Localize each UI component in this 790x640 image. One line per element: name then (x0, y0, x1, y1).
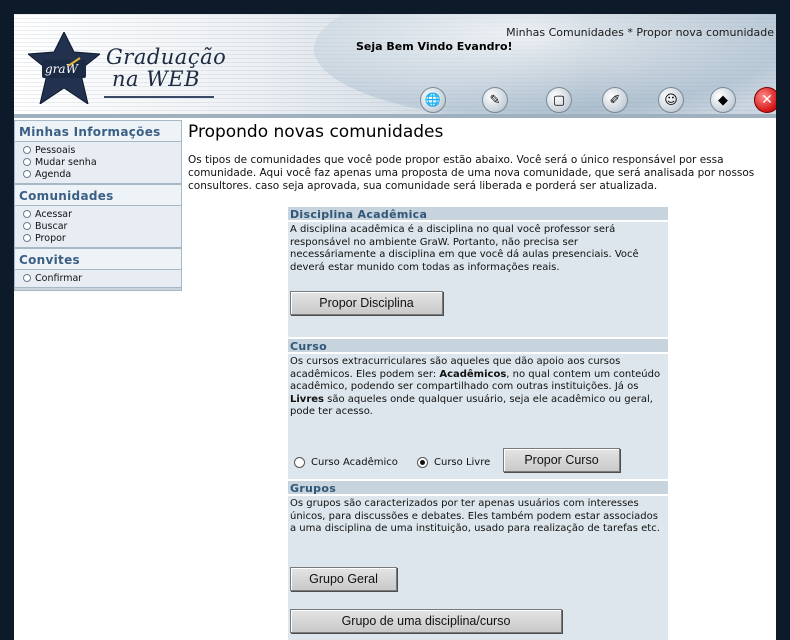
grupo-disciplina-curso-button[interactable]: Grupo de uma disciplina/curso (290, 609, 562, 633)
sidebar: Minhas Informações Pessoais Mudar senha … (14, 120, 182, 291)
app-window: graW Graduação na WEB Minhas Comunidades… (14, 14, 776, 640)
sidebar-section-convites: Convites Confirmar (14, 248, 182, 288)
logo-text: graW (45, 62, 80, 76)
bullet-icon (23, 234, 31, 242)
propor-disciplina-button[interactable]: Propor Disciplina (290, 291, 443, 315)
bullet-icon (23, 158, 31, 166)
close-icon[interactable]: ✕ (754, 87, 776, 113)
propor-curso-button[interactable]: Propor Curso (503, 448, 620, 472)
bullet-icon (23, 146, 31, 154)
radio-curso-livre[interactable]: Curso Livre (417, 457, 490, 468)
book-icon[interactable]: ◆ (710, 87, 736, 113)
edit-pencil-icon[interactable]: ✎ (482, 87, 508, 113)
panel-text: Os grupos são caracterizados por ter ape… (290, 498, 660, 534)
sidebar-section-minhas-informacoes: Minhas Informações Pessoais Mudar senha … (14, 120, 182, 184)
panel-grupos: Grupos Os grupos são caracterizados por … (288, 481, 668, 640)
header-divider (14, 114, 776, 118)
grupo-geral-button[interactable]: Grupo Geral (290, 567, 397, 591)
sidebar-section-comunidades: Comunidades Acessar Buscar Propor (14, 184, 182, 248)
globe-icon[interactable]: 🌐 (420, 87, 446, 113)
radio-button[interactable] (294, 457, 305, 468)
bullet-icon (23, 274, 31, 282)
tools-icon[interactable]: ✐ (602, 87, 628, 113)
graw-logo-icon[interactable]: graW (28, 32, 100, 104)
sidebar-item-propor[interactable]: Propor (23, 232, 181, 244)
page-title: Propondo novas comunidades (188, 122, 444, 142)
sidebar-heading: Comunidades (15, 184, 181, 206)
panel-heading: Grupos (288, 481, 668, 496)
user-icon[interactable]: ☺ (658, 87, 684, 113)
site-title: Graduação na WEB (106, 46, 226, 90)
sidebar-item-acessar[interactable]: Acessar (23, 208, 181, 220)
site-title-line1: Graduação (106, 45, 227, 69)
radio-curso-academico[interactable]: Curso Acadêmico (294, 457, 398, 468)
panel-text: A disciplina acadêmica é a disciplina no… (290, 224, 639, 273)
site-title-line2: na WEB (112, 67, 201, 91)
sidebar-item-agenda[interactable]: Agenda (23, 168, 181, 180)
sidebar-item-buscar[interactable]: Buscar (23, 220, 181, 232)
sidebar-item-mudar-senha[interactable]: Mudar senha (23, 156, 181, 168)
document-icon[interactable]: ▢ (546, 87, 572, 113)
panel-heading: Curso (288, 339, 668, 354)
bullet-icon (23, 222, 31, 230)
panel-heading: Disciplina Acadêmica (288, 207, 668, 222)
radio-button[interactable] (417, 457, 428, 468)
sidebar-footer (14, 288, 182, 291)
sidebar-heading: Minhas Informações (15, 120, 181, 142)
main-content: Propondo novas comunidades Os tipos de c… (188, 120, 776, 193)
sidebar-item-confirmar[interactable]: Confirmar (23, 272, 181, 284)
bullet-icon (23, 170, 31, 178)
title-underline (104, 96, 214, 98)
breadcrumb[interactable]: Minhas Comunidades * Propor nova comunid… (506, 26, 774, 39)
panel-disciplina: Disciplina Acadêmica A disciplina acadêm… (288, 207, 668, 337)
sidebar-heading: Convites (15, 248, 181, 270)
sidebar-item-pessoais[interactable]: Pessoais (23, 144, 181, 156)
header-banner: graW Graduação na WEB Minhas Comunidades… (14, 14, 776, 118)
bullet-icon (23, 210, 31, 218)
welcome-message: Seja Bem Vindo Evandro! (356, 40, 513, 53)
panel-curso: Curso Os cursos extracurriculares são aq… (288, 339, 668, 479)
intro-text: Os tipos de comunidades que você pode pr… (188, 154, 755, 192)
panel-text: Os cursos extracurriculares são aqueles … (290, 356, 661, 417)
